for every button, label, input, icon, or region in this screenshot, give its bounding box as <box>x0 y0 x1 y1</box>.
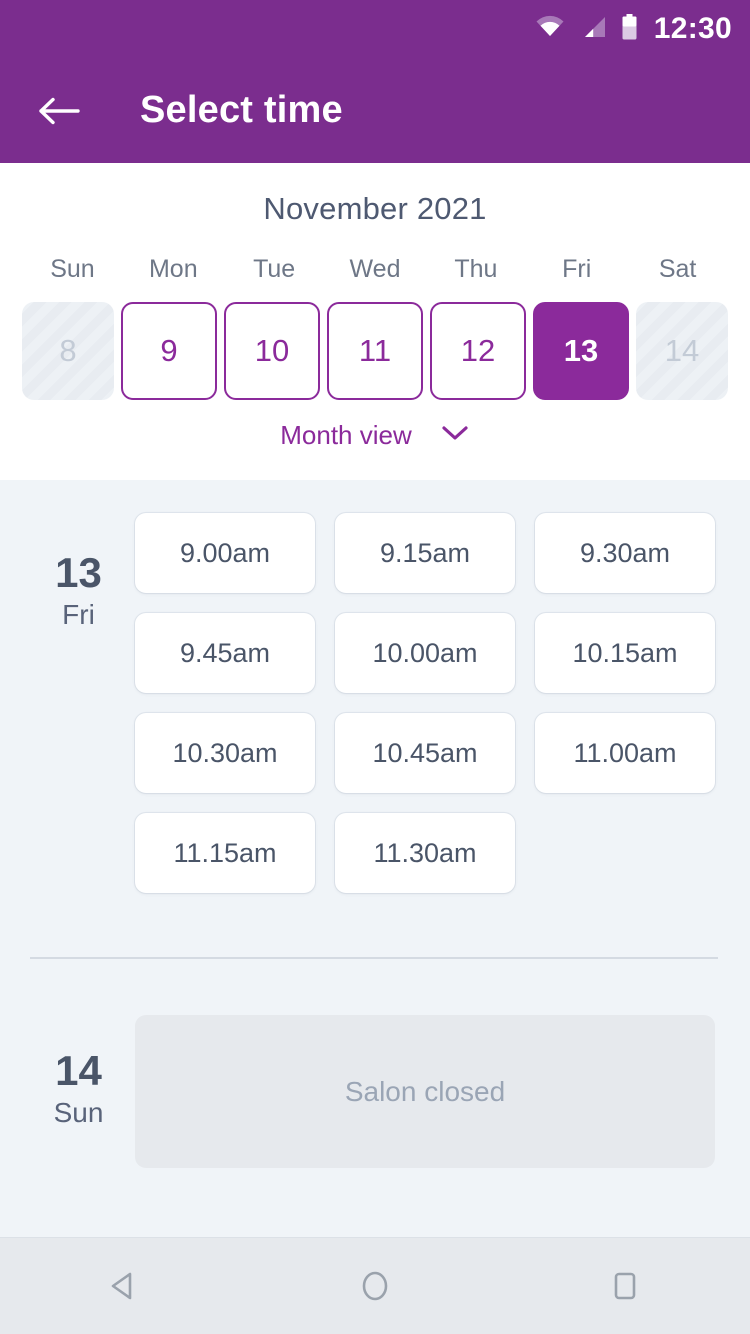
calendar-day-13[interactable]: 13 <box>533 302 629 400</box>
slot-grid-13: 9.00am 9.15am 9.30am 9.45am 10.00am 10.1… <box>135 513 715 893</box>
time-slots-area: 13 Fri 9.00am 9.15am 9.30am 9.45am 10.00… <box>0 480 750 1230</box>
chevron-down-icon <box>440 424 470 447</box>
day-label-13: 13 Fri <box>22 513 135 893</box>
time-slot[interactable]: 10.45am <box>335 713 515 793</box>
time-slot[interactable]: 10.30am <box>135 713 315 793</box>
nav-home-button[interactable] <box>320 1251 430 1321</box>
time-slot[interactable]: 11.30am <box>335 813 515 893</box>
weekday-label-mon: Mon <box>148 255 198 283</box>
weekday-label-thu: Thu <box>454 255 498 283</box>
day-group-13: 13 Fri 9.00am 9.15am 9.30am 9.45am 10.00… <box>0 480 750 893</box>
weekday-label-tue: Tue <box>253 255 296 283</box>
time-slot[interactable]: 11.00am <box>535 713 715 793</box>
day-label-14: 14 Sun <box>22 1015 135 1168</box>
calendar-day-14: 14 <box>636 302 728 400</box>
calendar-panel: November 2021 Sun Mon Tue Wed Thu Fri Sa… <box>0 163 750 480</box>
weekday-label-sun: Sun <box>50 255 95 283</box>
time-slot[interactable]: 9.15am <box>335 513 515 593</box>
day-label-number: 13 <box>55 549 102 596</box>
time-slot[interactable]: 9.45am <box>135 613 315 693</box>
calendar-day-12[interactable]: 12 <box>430 302 526 400</box>
time-slot[interactable]: 11.15am <box>135 813 315 893</box>
nav-recents-button[interactable] <box>570 1251 680 1321</box>
weekday-label-fri: Fri <box>562 255 592 283</box>
month-view-label: Month view <box>280 420 412 450</box>
android-nav-bar <box>0 1237 750 1334</box>
arrow-left-icon <box>39 97 80 124</box>
calendar-day-8: 8 <box>22 302 114 400</box>
square-recents-icon <box>614 1272 636 1300</box>
weekday-label-sat: Sat <box>658 255 697 283</box>
wifi-icon <box>535 15 565 44</box>
weekday-header-row: Sun Mon Tue Wed Thu Fri Sat <box>0 255 750 284</box>
day-group-14: 14 Sun Salon closed <box>0 959 750 1168</box>
calendar-days-row: 8 9 10 11 12 13 14 <box>0 302 750 400</box>
weekday-label-wed: Wed <box>349 255 401 283</box>
circle-home-icon <box>362 1271 388 1301</box>
time-slot[interactable]: 10.15am <box>535 613 715 693</box>
time-slot[interactable]: 9.30am <box>535 513 715 593</box>
page-title: Select time <box>140 89 343 131</box>
day-label-number: 14 <box>55 1047 102 1094</box>
status-bar-clock: 12:30 <box>653 12 732 45</box>
day-label-dayofweek: Fri <box>62 599 95 631</box>
back-button[interactable] <box>30 82 88 140</box>
app-bar: Select time <box>0 58 750 163</box>
month-title: November 2021 <box>263 191 487 226</box>
day-label-dayofweek: Sun <box>53 1097 104 1129</box>
nav-back-button[interactable] <box>70 1251 180 1321</box>
battery-icon <box>621 13 638 45</box>
triangle-back-icon <box>111 1272 132 1300</box>
time-slot[interactable]: 9.00am <box>135 513 315 593</box>
calendar-day-10[interactable]: 10 <box>224 302 320 400</box>
calendar-day-11[interactable]: 11 <box>327 302 423 400</box>
salon-closed-card: Salon closed <box>135 1015 715 1168</box>
calendar-day-9[interactable]: 9 <box>121 302 217 400</box>
status-bar: 12:30 <box>0 0 750 58</box>
time-slot[interactable]: 10.00am <box>335 613 515 693</box>
month-view-toggle[interactable]: Month view <box>0 420 750 451</box>
cellular-signal-icon <box>579 15 607 44</box>
